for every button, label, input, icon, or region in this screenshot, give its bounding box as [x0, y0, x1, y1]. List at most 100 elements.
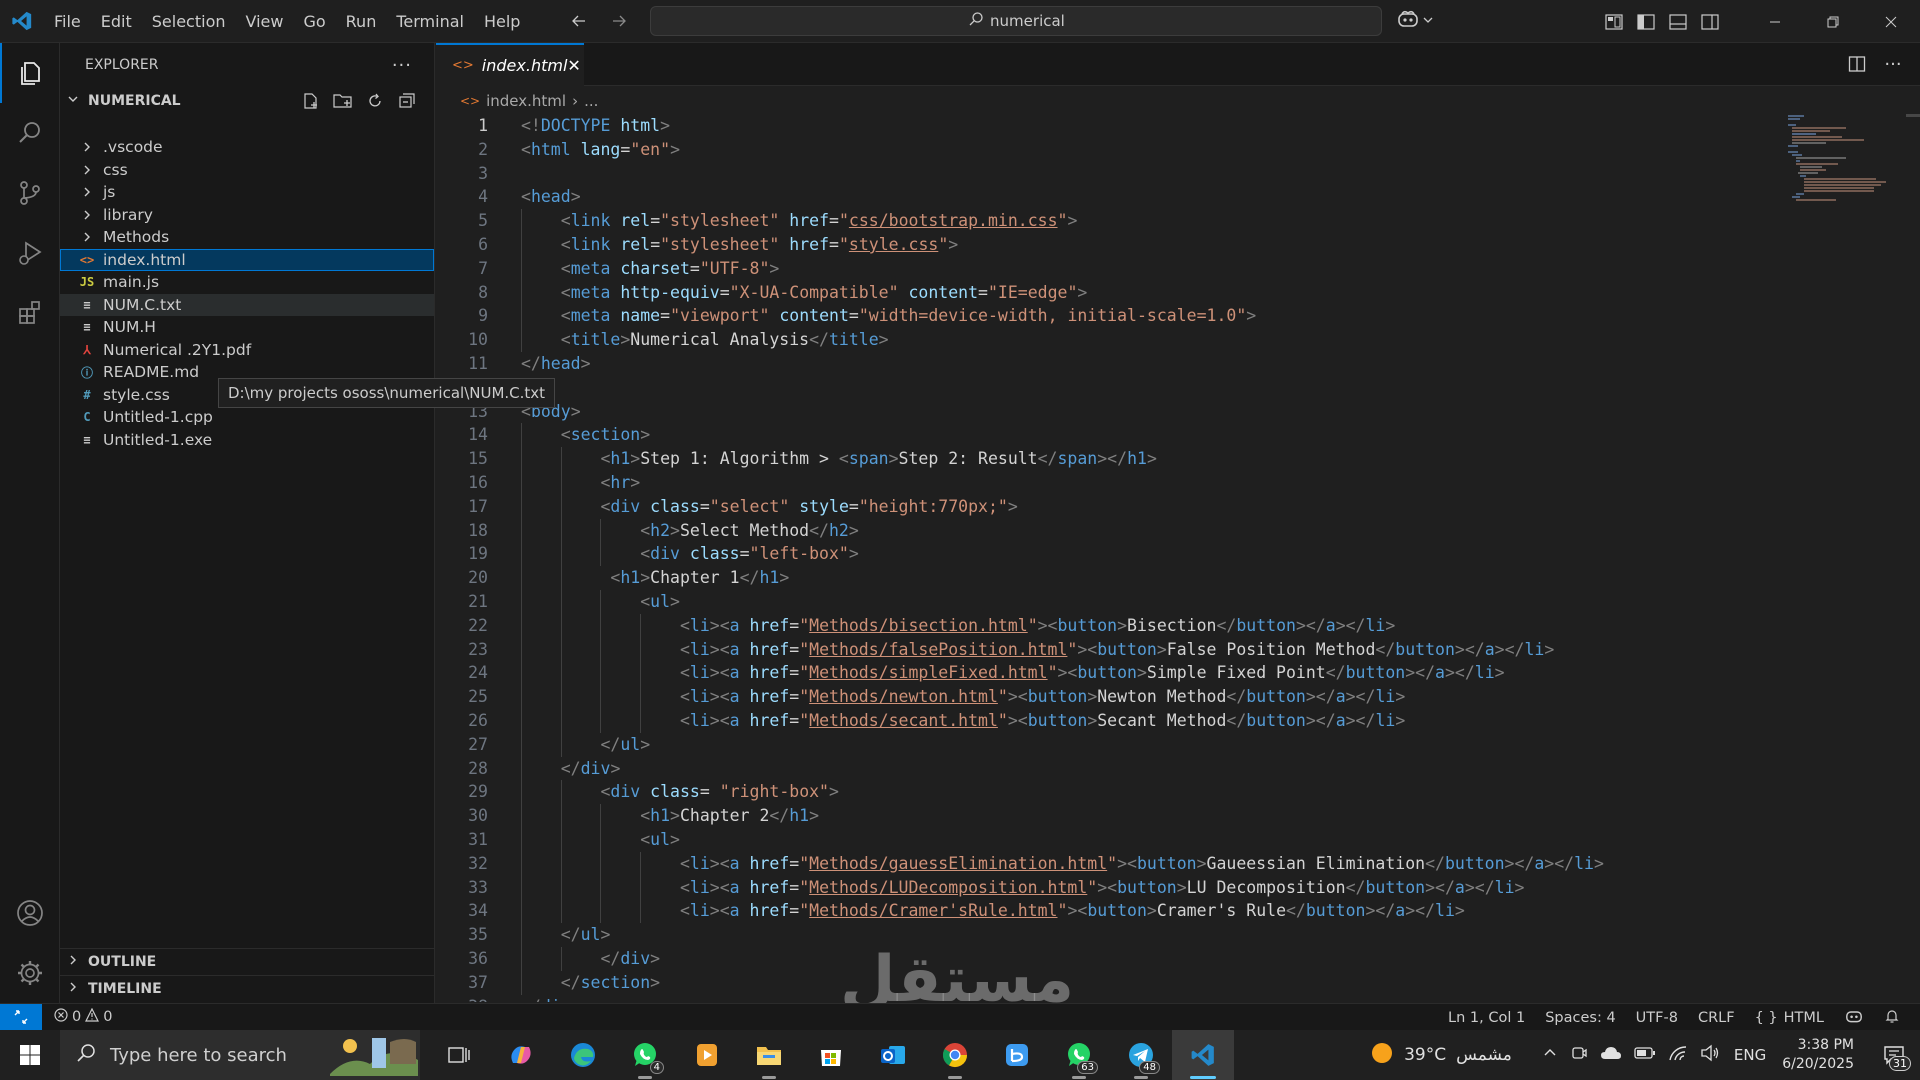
minimize-icon[interactable] — [1746, 0, 1804, 43]
menu-run[interactable]: Run — [336, 0, 387, 43]
telegram-icon[interactable]: 48 — [1110, 1030, 1172, 1080]
menu-file[interactable]: File — [44, 0, 91, 43]
tree-item[interactable]: <> index.html — [60, 248, 434, 271]
split-editor-icon[interactable] — [1844, 51, 1870, 77]
whatsapp-business-icon[interactable]: 63 — [1048, 1030, 1110, 1080]
tree-item[interactable]: .vscode — [60, 136, 434, 159]
menu-help[interactable]: Help — [474, 0, 530, 43]
code-text: <li><a href="Methods/LUDecomposition.htm… — [679, 877, 1525, 897]
toggle-panel-icon[interactable] — [1662, 6, 1694, 38]
close-tab-icon[interactable]: ✕ — [567, 56, 580, 75]
outlook-icon[interactable] — [862, 1030, 924, 1080]
restore-icon[interactable] — [1804, 0, 1862, 43]
end-of-line[interactable]: CRLF — [1698, 1010, 1735, 1026]
copilot-button[interactable] — [1396, 9, 1434, 33]
menu-terminal[interactable]: Terminal — [386, 0, 474, 43]
weather-widget[interactable]: 39°C مشمس — [1370, 1041, 1512, 1070]
whatsapp-icon[interactable]: 4 — [614, 1030, 676, 1080]
menu-view[interactable]: View — [236, 0, 294, 43]
language-mode[interactable]: { } HTML — [1755, 1010, 1824, 1026]
search-icon[interactable] — [0, 103, 60, 163]
settings-gear-icon[interactable] — [0, 943, 60, 1003]
tree-item-label: style.css — [103, 385, 170, 404]
file-explorer-icon[interactable] — [738, 1030, 800, 1080]
notifications-bell-icon[interactable] — [1884, 1008, 1900, 1028]
battery-icon[interactable] — [1634, 1046, 1656, 1064]
code-line: 34 <li><a href="Methods/Cramer'sRule.htm… — [436, 899, 1786, 924]
chevron-up-icon[interactable] — [1542, 1045, 1558, 1065]
source-control-icon[interactable] — [0, 163, 60, 223]
breadcrumb-separator-icon: › — [572, 92, 579, 110]
tree-item[interactable]: ≡ Untitled-1.exe — [60, 429, 434, 452]
forward-arrow-icon[interactable] — [606, 8, 632, 34]
media-player-icon[interactable] — [676, 1030, 738, 1080]
problems-indicator[interactable]: 0 0 — [54, 1007, 112, 1026]
breadcrumb-symbol[interactable]: ... — [584, 92, 598, 110]
outline-section-header[interactable]: OUTLINE — [60, 948, 434, 975]
wifi-icon[interactable] — [1668, 1044, 1688, 1066]
tree-item[interactable]: ≡ NUM.C.txt — [60, 293, 434, 316]
remote-indicator-icon[interactable] — [0, 1003, 42, 1031]
onedrive-cloud-icon[interactable] — [1600, 1045, 1622, 1065]
tree-item[interactable]: css — [60, 159, 434, 182]
accounts-icon[interactable] — [0, 883, 60, 943]
taskbar-search-box[interactable]: Type here to search — [60, 1030, 420, 1080]
close-window-icon[interactable] — [1862, 0, 1920, 43]
copilot-icon[interactable] — [1844, 1008, 1864, 1028]
js-file-icon: JS — [79, 275, 95, 290]
code-line: 4 <head> — [436, 185, 1786, 209]
menu-edit[interactable]: Edit — [91, 0, 142, 43]
cursor-position[interactable]: Ln 1, Col 1 — [1448, 1010, 1525, 1026]
edge-browser-icon[interactable] — [552, 1030, 614, 1080]
tree-item[interactable]: Methods — [60, 226, 434, 249]
toggle-primary-sidebar-icon[interactable] — [1630, 6, 1662, 38]
tab-index-html[interactable]: <> index.html ✕ — [436, 43, 584, 86]
volume-icon[interactable] — [1700, 1044, 1720, 1066]
workspace-folder-header[interactable]: NUMERICAL — [60, 87, 434, 114]
back-arrow-icon[interactable] — [566, 8, 592, 34]
minimap[interactable] — [1786, 114, 1906, 204]
task-view-icon[interactable] — [428, 1030, 490, 1080]
breadcrumb-file[interactable]: index.html — [486, 92, 566, 110]
vscode-taskbar-icon[interactable] — [1172, 1030, 1234, 1080]
more-actions-icon[interactable]: ··· — [1880, 51, 1906, 77]
extensions-icon[interactable] — [0, 283, 60, 343]
indentation[interactable]: Spaces: 4 — [1545, 1010, 1615, 1026]
windows-start-icon[interactable] — [0, 1030, 60, 1080]
notification-center-icon[interactable]: 31 — [1874, 1030, 1914, 1080]
code-text: <meta http-equiv="X-UA-Compatible" conte… — [560, 282, 1088, 302]
code-line: 2 <html lang="en"> — [436, 138, 1786, 162]
code-text: <meta name="viewport" content="width=dev… — [560, 306, 1257, 326]
code-text: <li><a href="Methods/secant.html"><butto… — [679, 711, 1406, 730]
tree-item[interactable]: js — [60, 181, 434, 204]
explorer-icon[interactable] — [0, 43, 60, 103]
new-folder-icon[interactable] — [332, 90, 354, 112]
html-file-icon: <> — [452, 58, 474, 73]
chrome-icon[interactable] — [924, 1030, 986, 1080]
command-center-search[interactable]: numerical — [650, 6, 1383, 36]
menu-selection[interactable]: Selection — [142, 0, 236, 43]
toggle-secondary-sidebar-icon[interactable] — [1694, 6, 1726, 38]
more-actions-icon[interactable]: ··· — [392, 55, 412, 76]
bluesky-app-icon[interactable] — [986, 1030, 1048, 1080]
input-language[interactable]: ENG — [1734, 1046, 1766, 1064]
collapse-all-icon[interactable] — [396, 90, 418, 112]
meet-now-icon[interactable] — [1570, 1044, 1588, 1066]
timeline-section-header[interactable]: TIMELINE — [60, 975, 434, 1002]
tree-item[interactable]: ≡ NUM.H — [60, 316, 434, 339]
tree-item[interactable]: JS main.js — [60, 271, 434, 294]
refresh-icon[interactable] — [364, 90, 386, 112]
timeline-label: TIMELINE — [88, 981, 162, 997]
clock[interactable]: 3:38 PM 6/20/2025 — [1782, 1036, 1854, 1074]
menu-go[interactable]: Go — [293, 0, 335, 43]
code-editor[interactable]: 1 <!DOCTYPE html> 2 <html lang="en"> 3 4 <head… — [436, 114, 1786, 1002]
tree-item[interactable]: library — [60, 204, 434, 227]
microsoft-store-icon[interactable] — [800, 1030, 862, 1080]
customize-layout-icon[interactable] — [1598, 6, 1630, 38]
tree-item[interactable]: ⅄ Numerical .2Y1.pdf — [60, 339, 434, 362]
encoding[interactable]: UTF-8 — [1636, 1010, 1678, 1026]
new-file-icon[interactable] — [300, 90, 322, 112]
run-debug-icon[interactable] — [0, 223, 60, 283]
tree-item[interactable]: C Untitled-1.cpp — [60, 406, 434, 429]
copilot-app-icon[interactable] — [490, 1030, 552, 1080]
